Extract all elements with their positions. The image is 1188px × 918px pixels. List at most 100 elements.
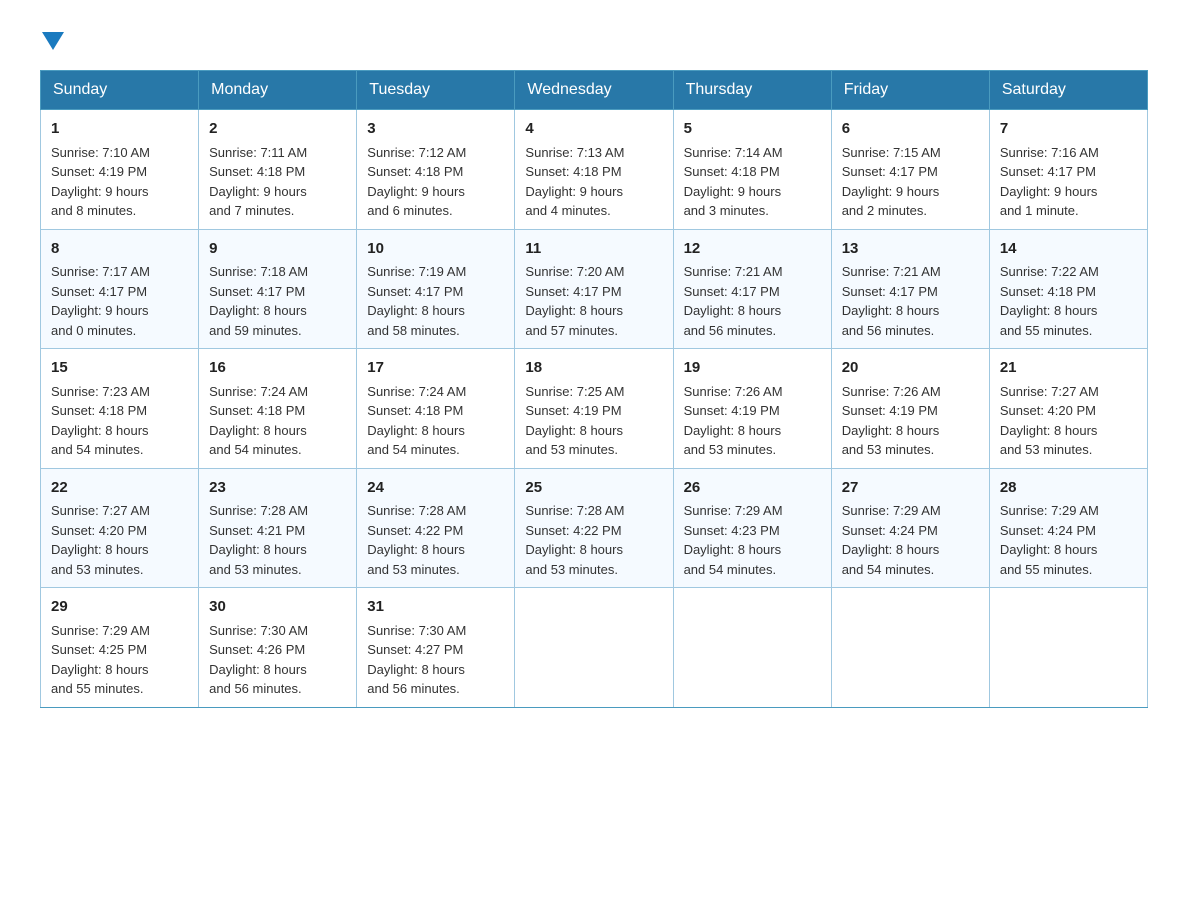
- day-info-line-2: Daylight: 9 hours: [51, 301, 188, 321]
- day-info-line-2: Daylight: 8 hours: [51, 421, 188, 441]
- day-info-line-3: and 6 minutes.: [367, 201, 504, 221]
- calendar-cell-25: 25Sunrise: 7:28 AMSunset: 4:22 PMDayligh…: [515, 468, 673, 588]
- day-info-line-0: Sunrise: 7:22 AM: [1000, 262, 1137, 282]
- day-info-line-2: Daylight: 8 hours: [51, 540, 188, 560]
- header-wednesday: Wednesday: [515, 71, 673, 110]
- day-info-line-1: Sunset: 4:17 PM: [842, 162, 979, 182]
- day-info-line-1: Sunset: 4:18 PM: [209, 162, 346, 182]
- day-info-line-0: Sunrise: 7:30 AM: [367, 621, 504, 641]
- header-tuesday: Tuesday: [357, 71, 515, 110]
- calendar-cell-22: 22Sunrise: 7:27 AMSunset: 4:20 PMDayligh…: [41, 468, 199, 588]
- calendar-cell-28: 28Sunrise: 7:29 AMSunset: 4:24 PMDayligh…: [989, 468, 1147, 588]
- calendar-cell-12: 12Sunrise: 7:21 AMSunset: 4:17 PMDayligh…: [673, 229, 831, 349]
- calendar-cell-29: 29Sunrise: 7:29 AMSunset: 4:25 PMDayligh…: [41, 588, 199, 708]
- day-info-line-2: Daylight: 8 hours: [842, 301, 979, 321]
- day-info-line-0: Sunrise: 7:13 AM: [525, 143, 662, 163]
- day-info-line-3: and 56 minutes.: [684, 321, 821, 341]
- calendar-cell-empty: [831, 588, 989, 708]
- calendar-cell-6: 6Sunrise: 7:15 AMSunset: 4:17 PMDaylight…: [831, 110, 989, 230]
- day-number: 20: [842, 357, 979, 380]
- day-info-line-1: Sunset: 4:17 PM: [842, 282, 979, 302]
- day-info-line-1: Sunset: 4:18 PM: [1000, 282, 1137, 302]
- day-info-line-0: Sunrise: 7:27 AM: [1000, 382, 1137, 402]
- calendar-cell-27: 27Sunrise: 7:29 AMSunset: 4:24 PMDayligh…: [831, 468, 989, 588]
- day-number: 18: [525, 357, 662, 380]
- logo-triangle-icon: [42, 32, 64, 50]
- day-info-line-0: Sunrise: 7:17 AM: [51, 262, 188, 282]
- calendar-cell-5: 5Sunrise: 7:14 AMSunset: 4:18 PMDaylight…: [673, 110, 831, 230]
- week-row-3: 15Sunrise: 7:23 AMSunset: 4:18 PMDayligh…: [41, 349, 1148, 469]
- day-info-line-0: Sunrise: 7:29 AM: [51, 621, 188, 641]
- calendar-cell-15: 15Sunrise: 7:23 AMSunset: 4:18 PMDayligh…: [41, 349, 199, 469]
- day-info-line-0: Sunrise: 7:14 AM: [684, 143, 821, 163]
- day-info-line-3: and 56 minutes.: [842, 321, 979, 341]
- day-info-line-1: Sunset: 4:21 PM: [209, 521, 346, 541]
- logo: [40, 30, 64, 46]
- day-info-line-1: Sunset: 4:22 PM: [525, 521, 662, 541]
- day-number: 24: [367, 477, 504, 500]
- calendar-cell-13: 13Sunrise: 7:21 AMSunset: 4:17 PMDayligh…: [831, 229, 989, 349]
- calendar-cell-8: 8Sunrise: 7:17 AMSunset: 4:17 PMDaylight…: [41, 229, 199, 349]
- day-info-line-3: and 53 minutes.: [209, 560, 346, 580]
- day-info-line-0: Sunrise: 7:27 AM: [51, 501, 188, 521]
- day-info-line-1: Sunset: 4:24 PM: [1000, 521, 1137, 541]
- day-info-line-1: Sunset: 4:17 PM: [1000, 162, 1137, 182]
- day-number: 7: [1000, 118, 1137, 141]
- day-info-line-3: and 56 minutes.: [209, 679, 346, 699]
- day-number: 22: [51, 477, 188, 500]
- calendar-cell-30: 30Sunrise: 7:30 AMSunset: 4:26 PMDayligh…: [199, 588, 357, 708]
- day-info-line-2: Daylight: 8 hours: [684, 540, 821, 560]
- day-number: 26: [684, 477, 821, 500]
- day-info-line-3: and 53 minutes.: [1000, 440, 1137, 460]
- week-row-2: 8Sunrise: 7:17 AMSunset: 4:17 PMDaylight…: [41, 229, 1148, 349]
- calendar-header-row: SundayMondayTuesdayWednesdayThursdayFrid…: [41, 71, 1148, 110]
- day-info-line-1: Sunset: 4:17 PM: [209, 282, 346, 302]
- header-sunday: Sunday: [41, 71, 199, 110]
- calendar-cell-empty: [515, 588, 673, 708]
- header-monday: Monday: [199, 71, 357, 110]
- day-info-line-2: Daylight: 9 hours: [1000, 182, 1137, 202]
- day-info-line-1: Sunset: 4:22 PM: [367, 521, 504, 541]
- day-info-line-3: and 1 minute.: [1000, 201, 1137, 221]
- day-info-line-2: Daylight: 8 hours: [1000, 421, 1137, 441]
- day-info-line-0: Sunrise: 7:28 AM: [367, 501, 504, 521]
- calendar-table: SundayMondayTuesdayWednesdayThursdayFrid…: [40, 70, 1148, 708]
- day-info-line-3: and 54 minutes.: [367, 440, 504, 460]
- calendar-cell-26: 26Sunrise: 7:29 AMSunset: 4:23 PMDayligh…: [673, 468, 831, 588]
- day-info-line-0: Sunrise: 7:15 AM: [842, 143, 979, 163]
- day-info-line-3: and 3 minutes.: [684, 201, 821, 221]
- day-info-line-1: Sunset: 4:26 PM: [209, 640, 346, 660]
- day-info-line-1: Sunset: 4:20 PM: [1000, 401, 1137, 421]
- day-info-line-1: Sunset: 4:18 PM: [684, 162, 821, 182]
- calendar-cell-9: 9Sunrise: 7:18 AMSunset: 4:17 PMDaylight…: [199, 229, 357, 349]
- day-info-line-0: Sunrise: 7:25 AM: [525, 382, 662, 402]
- day-info-line-2: Daylight: 9 hours: [525, 182, 662, 202]
- day-info-line-1: Sunset: 4:17 PM: [684, 282, 821, 302]
- calendar-cell-23: 23Sunrise: 7:28 AMSunset: 4:21 PMDayligh…: [199, 468, 357, 588]
- day-number: 11: [525, 238, 662, 261]
- day-number: 9: [209, 238, 346, 261]
- day-info-line-2: Daylight: 8 hours: [842, 421, 979, 441]
- day-info-line-0: Sunrise: 7:29 AM: [1000, 501, 1137, 521]
- day-info-line-3: and 55 minutes.: [1000, 560, 1137, 580]
- day-number: 14: [1000, 238, 1137, 261]
- calendar-cell-empty: [673, 588, 831, 708]
- day-info-line-0: Sunrise: 7:26 AM: [684, 382, 821, 402]
- day-number: 19: [684, 357, 821, 380]
- calendar-cell-2: 2Sunrise: 7:11 AMSunset: 4:18 PMDaylight…: [199, 110, 357, 230]
- day-number: 10: [367, 238, 504, 261]
- day-info-line-1: Sunset: 4:19 PM: [684, 401, 821, 421]
- header-thursday: Thursday: [673, 71, 831, 110]
- day-info-line-2: Daylight: 9 hours: [842, 182, 979, 202]
- day-info-line-2: Daylight: 8 hours: [842, 540, 979, 560]
- day-info-line-1: Sunset: 4:19 PM: [51, 162, 188, 182]
- day-info-line-0: Sunrise: 7:21 AM: [842, 262, 979, 282]
- calendar-cell-20: 20Sunrise: 7:26 AMSunset: 4:19 PMDayligh…: [831, 349, 989, 469]
- day-number: 29: [51, 596, 188, 619]
- day-info-line-2: Daylight: 8 hours: [209, 421, 346, 441]
- day-number: 6: [842, 118, 979, 141]
- day-info-line-1: Sunset: 4:18 PM: [367, 162, 504, 182]
- day-number: 12: [684, 238, 821, 261]
- day-info-line-0: Sunrise: 7:30 AM: [209, 621, 346, 641]
- day-info-line-2: Daylight: 9 hours: [209, 182, 346, 202]
